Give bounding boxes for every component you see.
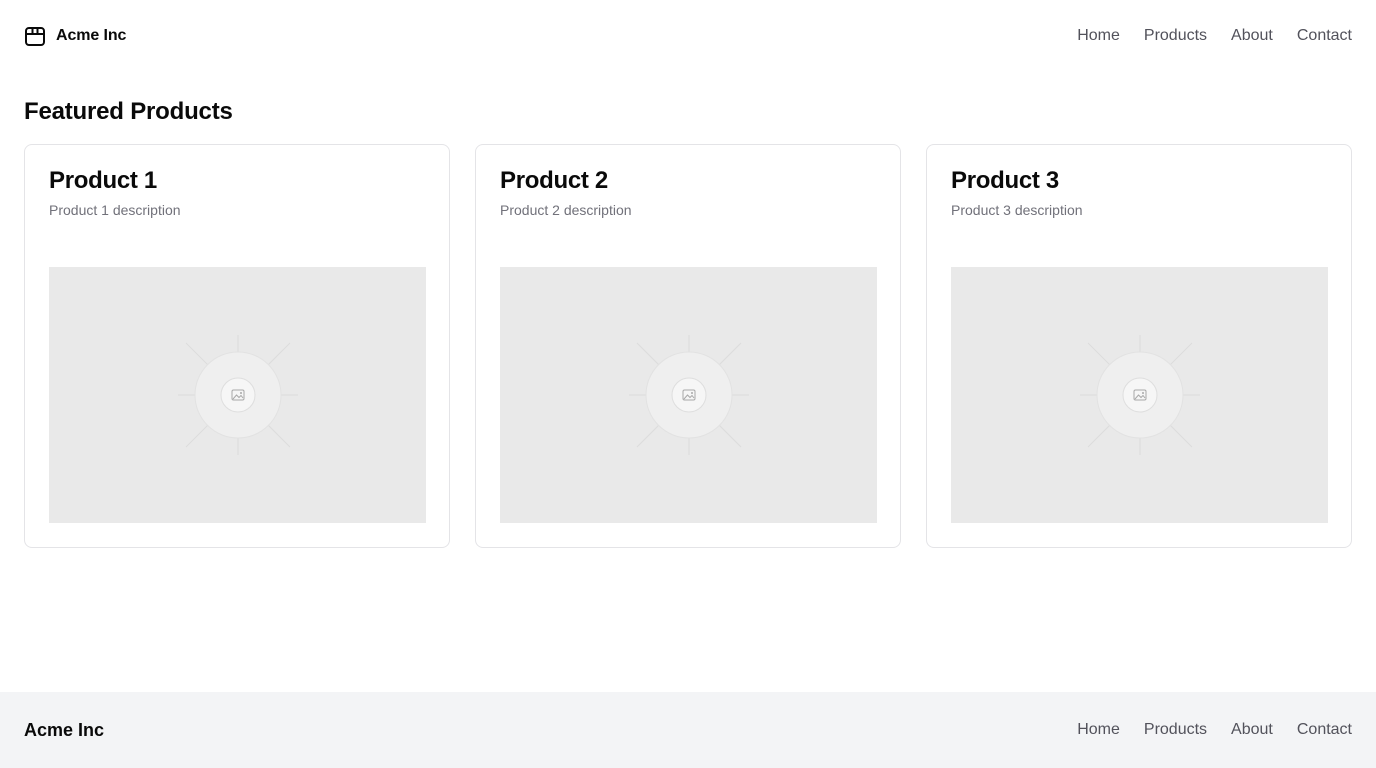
footer-link-contact[interactable]: Contact [1297,721,1352,739]
product-description: Product 1 description [49,202,181,218]
image-placeholder-icon [1079,335,1200,455]
product-card[interactable]: Product 3 Product 3 description [926,144,1352,548]
nav-link-home[interactable]: Home [1077,27,1120,45]
product-image [49,267,426,523]
product-grid: Product 1 Product 1 description Product … [24,144,1352,548]
product-title: Product 2 [500,167,608,194]
product-card[interactable]: Product 1 Product 1 description [24,144,450,548]
site-header: Acme Inc Home Products About Contact [0,0,1376,72]
product-image [500,267,877,523]
footer-brand: Acme Inc [24,719,105,740]
product-description: Product 3 description [951,202,1083,218]
product-description: Product 2 description [500,202,632,218]
nav-link-products[interactable]: Products [1144,27,1207,45]
page: Acme Inc Home Products About Contact Fea… [0,0,1376,768]
footer-link-home[interactable]: Home [1077,721,1120,739]
section-title: Featured Products [24,98,233,125]
image-placeholder-icon [177,335,298,455]
brand-link[interactable]: Acme Inc [24,25,126,47]
image-placeholder-icon [628,335,749,455]
product-title: Product 3 [951,167,1059,194]
product-card[interactable]: Product 2 Product 2 description [475,144,901,548]
nav-link-about[interactable]: About [1231,27,1273,45]
product-image [951,267,1328,523]
package-icon [24,25,46,47]
main-content: Featured Products Product 1 Product 1 de… [24,96,1352,548]
product-title: Product 1 [49,167,157,194]
site-footer: Acme Inc Home Products About Contact [0,692,1376,768]
brand-name: Acme Inc [56,27,127,44]
footer-link-about[interactable]: About [1231,721,1273,739]
nav-link-contact[interactable]: Contact [1297,27,1352,45]
header-nav: Home Products About Contact [1077,27,1352,45]
footer-link-products[interactable]: Products [1144,721,1207,739]
footer-nav: Home Products About Contact [1077,721,1352,739]
